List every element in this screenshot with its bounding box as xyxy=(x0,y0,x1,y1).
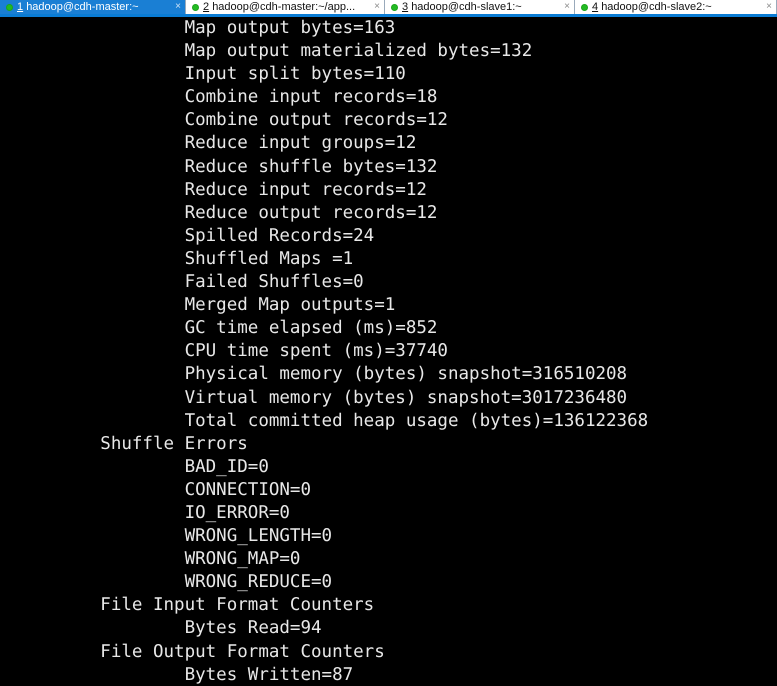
close-icon[interactable]: × xyxy=(175,0,181,14)
terminal-line: WRONG_MAP=0 xyxy=(16,549,301,570)
terminal-line: Reduce output records=12 xyxy=(16,202,438,223)
terminal-line: Total committed heap usage (bytes)=13612… xyxy=(16,410,649,431)
terminal-line: CPU time spent (ms)=37740 xyxy=(16,341,448,362)
terminal-line: Shuffle Errors xyxy=(16,433,248,454)
terminal-line: Reduce shuffle bytes=132 xyxy=(16,156,438,177)
close-icon[interactable]: × xyxy=(564,0,570,14)
terminal-line: IO_ERROR=0 xyxy=(16,502,290,523)
tab-1-number: 1 xyxy=(17,1,24,13)
terminal-tab-1[interactable]: 1 hadoop@cdh-master:~ × xyxy=(0,0,186,14)
tab-4-number: 4 xyxy=(592,1,599,13)
connection-status-indicator-icon xyxy=(192,3,199,11)
connection-status-indicator-icon xyxy=(391,3,398,11)
terminal-tab-2-label: 2 hadoop@cdh-master:~/app... xyxy=(203,0,369,14)
terminal-tab-3-label: 3 hadoop@cdh-slave1:~ xyxy=(402,0,559,14)
terminal-line: Physical memory (bytes) snapshot=3165102… xyxy=(16,364,628,385)
terminal-line: Combine output records=12 xyxy=(16,110,448,131)
terminal-line: Map output materialized bytes=132 xyxy=(16,41,533,62)
terminal-tab-1-label: 1 hadoop@cdh-master:~ xyxy=(17,0,170,14)
terminal-tab-bar: 1 hadoop@cdh-master:~ × 2 hadoop@cdh-mas… xyxy=(0,0,777,14)
terminal-line: Bytes Read=94 xyxy=(16,618,322,639)
terminal-text-buffer: Map output bytes=163 Map output material… xyxy=(16,17,648,686)
terminal-tab-2[interactable]: 2 hadoop@cdh-master:~/app... × xyxy=(186,0,385,14)
terminal-line: Spilled Records=24 xyxy=(16,225,375,246)
terminal-line: Failed Shuffles=0 xyxy=(16,272,364,293)
terminal-tab-4[interactable]: 4 hadoop@cdh-slave2:~ × xyxy=(575,0,777,14)
terminal-line: CONNECTION=0 xyxy=(16,479,312,500)
terminal-tab-4-label: 4 hadoop@cdh-slave2:~ xyxy=(592,0,761,14)
terminal-line: Bytes Written=87 xyxy=(16,664,354,685)
terminal-line: WRONG_REDUCE=0 xyxy=(16,572,333,593)
terminal-line: Input split bytes=110 xyxy=(16,64,406,85)
terminal-line: Reduce input groups=12 xyxy=(16,133,417,154)
connection-status-indicator-icon xyxy=(581,3,588,11)
terminal-line: GC time elapsed (ms)=852 xyxy=(16,318,438,339)
close-icon[interactable]: × xyxy=(766,0,772,14)
connection-status-indicator-icon xyxy=(6,3,13,11)
terminal-line: BAD_ID=0 xyxy=(16,456,269,477)
terminal-line: File Output Format Counters xyxy=(16,641,396,662)
terminal-line: Map output bytes=163 xyxy=(16,18,396,38)
terminal-line: Reduce input records=12 xyxy=(16,179,427,200)
terminal-line: File Input Format Counters xyxy=(16,595,385,616)
terminal-line: WRONG_LENGTH=0 xyxy=(16,526,333,547)
close-icon[interactable]: × xyxy=(374,0,380,14)
tab-2-title: hadoop@cdh-master:~/app... xyxy=(212,1,356,13)
terminal-tab-3[interactable]: 3 hadoop@cdh-slave1:~ × xyxy=(385,0,575,14)
tab-3-title: hadoop@cdh-slave1:~ xyxy=(411,1,522,13)
tab-3-number: 3 xyxy=(402,1,409,13)
terminal-line: Virtual memory (bytes) snapshot=30172364… xyxy=(16,387,628,408)
terminal-line: Shuffled Maps =1 xyxy=(16,248,354,269)
tab-4-title: hadoop@cdh-slave2:~ xyxy=(601,1,712,13)
tab-1-title: hadoop@cdh-master:~ xyxy=(26,1,139,13)
terminal-line: Combine input records=18 xyxy=(16,87,438,108)
terminal-output-pane[interactable]: Map output bytes=163 Map output material… xyxy=(0,17,777,686)
tab-2-number: 2 xyxy=(203,1,210,13)
terminal-line: Merged Map outputs=1 xyxy=(16,295,396,316)
